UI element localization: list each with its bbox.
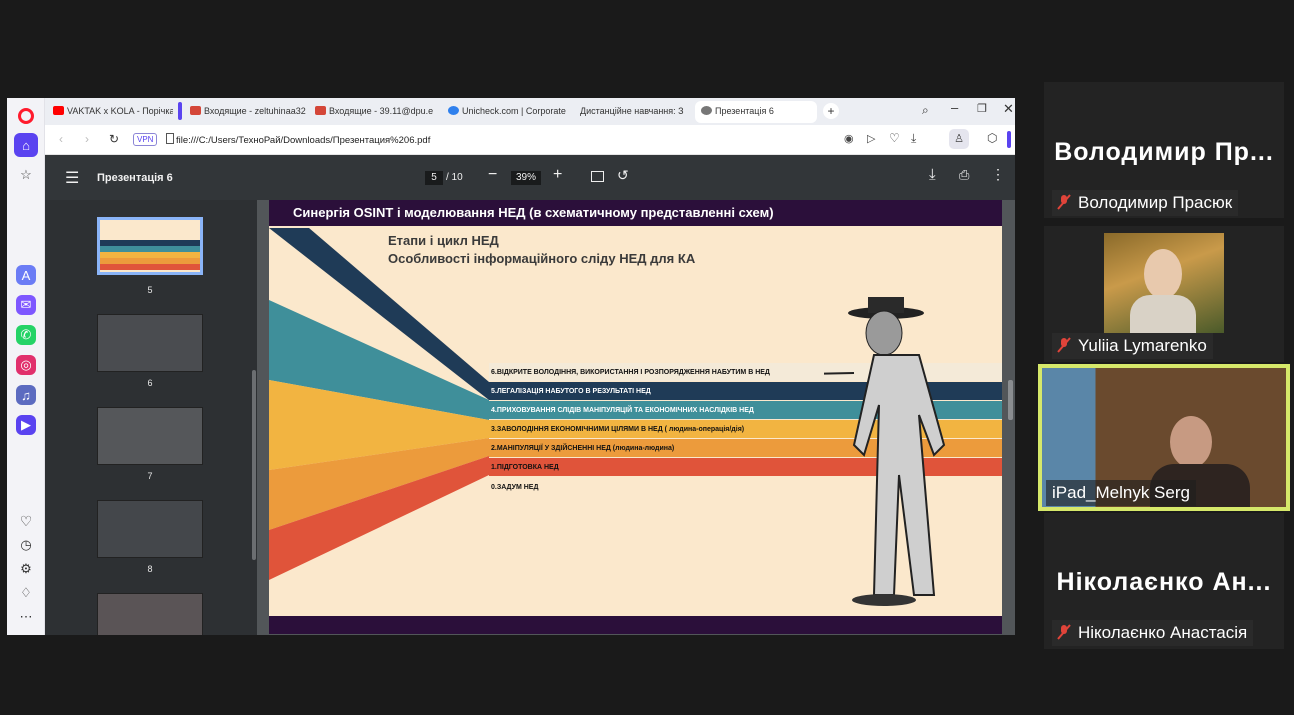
page-icon [166, 133, 174, 144]
globe-icon [701, 106, 712, 115]
tab-unicheck[interactable]: Unicheck.com | Corporate [442, 101, 566, 123]
thumbnail-page-9[interactable] [97, 593, 203, 635]
fit-page-icon[interactable] [591, 171, 604, 182]
participant-name-label: Yuliia Lymarenko [1052, 333, 1213, 359]
gmail-icon [315, 106, 326, 115]
extensions-icon[interactable]: ⬡ [987, 131, 997, 145]
active-speaker-tile[interactable]: iPad_Melnyk Serg [1038, 364, 1290, 511]
avatar-body [1130, 295, 1196, 333]
rotate-icon[interactable]: ↺ [617, 167, 629, 184]
browser-sidebar: ⌂ ☆ A ✉ ✆ ◎ ♫ ▶ ♡ ◷ ⚙ ♢ ⋯ [7, 98, 45, 635]
slide-heading-1: Етапи і цикл НЕД [388, 233, 499, 248]
thumbnail-label: 7 [147, 471, 153, 481]
zoom-level[interactable]: 39% [511, 171, 541, 185]
muted-mic-icon [1057, 624, 1071, 640]
instagram-icon[interactable]: ◎ [16, 355, 36, 375]
avatar [1144, 249, 1182, 299]
menu-icon[interactable]: ☰ [65, 168, 79, 188]
tab-youtube[interactable]: VAKTAK x KOLA - Порічка [47, 101, 173, 123]
bulb-icon[interactable]: ♢ [14, 581, 38, 605]
aria-icon[interactable]: A [16, 265, 36, 285]
thumbnail-page-8[interactable] [97, 500, 203, 558]
pdf-title: Презентація 6 [97, 172, 173, 184]
slide-heading-2: Особливості інформаційного сліду НЕД для… [388, 251, 696, 266]
youtube-icon [53, 106, 64, 115]
tab-distance-learning[interactable]: Дистанційне навчання: З [580, 101, 692, 123]
participant-video [1104, 233, 1224, 333]
page-scrollbar[interactable] [1008, 380, 1013, 420]
music-icon[interactable]: ♫ [16, 385, 36, 405]
camera-icon[interactable]: ◉ [844, 132, 854, 145]
close-icon[interactable]: ✕ [1003, 101, 1014, 117]
unicheck-icon [448, 106, 459, 115]
star-icon[interactable]: ☆ [14, 163, 38, 187]
player-icon[interactable]: ▶ [16, 415, 36, 435]
pdf-viewer: ☰ Презентація 6 5 / 10 − 39% + ↺ ⤓ ⎙ ⋮ 5… [45, 155, 1015, 635]
print-icon[interactable]: ⎙ [959, 167, 969, 183]
tab-strip: VAKTAK x KOLA - Порічка Входящие - zeltu… [45, 98, 1015, 125]
thumbnail-label: 5 [147, 285, 153, 295]
tab-island-marker [178, 102, 182, 120]
zoom-in-button[interactable]: + [553, 166, 562, 184]
home-icon[interactable]: ⌂ [14, 133, 38, 157]
send-icon[interactable]: ▷ [867, 132, 875, 145]
tab-presentation[interactable]: Презентація 6 [695, 101, 817, 123]
url-field[interactable]: file:///C:/Users/ТехноРай/Downloads/През… [176, 135, 430, 146]
gmail-icon [190, 106, 201, 115]
painter-illustration [824, 297, 946, 606]
vpn-badge[interactable]: VPN [133, 133, 158, 146]
avatar [1170, 416, 1212, 468]
slide-page: Синергія OSINT і моделювання НЕД (в схем… [269, 200, 1002, 634]
address-bar: ‹ › ↻ VPN file:///C:/Users/ТехноРай/Down… [45, 125, 1015, 155]
participant-display-name: Ніколаєнко Ан... [1056, 568, 1272, 596]
participant-tile[interactable]: Yuliia Lymarenko [1044, 226, 1284, 362]
pdf-toolbar: ☰ Презентація 6 5 / 10 − 39% + ↺ ⤓ ⎙ ⋮ [45, 155, 1015, 200]
more-icon[interactable]: ⋯ [14, 605, 38, 629]
participant-tile[interactable]: Володимир Пр... Володимир Прасюк [1044, 82, 1284, 218]
muted-mic-icon [1057, 337, 1071, 353]
participant-tile[interactable]: Ніколаєнко Ан... Ніколаєнко Анастасія [1044, 513, 1284, 649]
thumb-stripes [100, 240, 200, 270]
heart-icon[interactable]: ♡ [14, 509, 38, 533]
history-icon[interactable]: ◷ [14, 533, 38, 557]
download-icon[interactable]: ⤓ [911, 131, 916, 146]
tab-gmail-1[interactable]: Входящие - zeltuhinaa32 [184, 101, 306, 123]
page-total: / 10 [446, 172, 463, 183]
whatsapp-icon[interactable]: ✆ [16, 325, 36, 345]
messenger-icon[interactable]: ✉ [16, 295, 36, 315]
profile-icon[interactable]: ♙ [949, 129, 969, 149]
back-icon[interactable]: ‹ [59, 132, 63, 146]
new-tab-button[interactable]: + [823, 103, 839, 119]
participant-name-label: iPad_Melnyk Serg [1046, 480, 1196, 506]
thumbnail-scrollbar[interactable] [252, 370, 256, 560]
search-icon[interactable]: ⌕ [922, 103, 929, 118]
page-number-input[interactable]: 5 [425, 171, 443, 185]
minimize-icon[interactable]: – [951, 100, 958, 115]
shared-screen: ⌂ ☆ A ✉ ✆ ◎ ♫ ▶ ♡ ◷ ⚙ ♢ ⋯ VAKTAK x KOLA … [7, 98, 1015, 635]
thumbnail-page-7[interactable] [97, 407, 203, 465]
forward-icon[interactable]: › [85, 132, 89, 146]
participant-name-label: Володимир Прасюк [1052, 190, 1239, 216]
participant-name-label: Ніколаєнко Анастасія [1052, 620, 1254, 646]
thumbnail-label: 8 [147, 564, 153, 574]
muted-mic-icon [1057, 194, 1071, 210]
sidebar-toggle[interactable] [1007, 131, 1011, 148]
thumbnail-label: 6 [147, 378, 153, 388]
slide-footer-band [269, 616, 1002, 634]
thumbnail-page-5[interactable] [97, 217, 203, 275]
reload-icon[interactable]: ↻ [109, 132, 119, 146]
more-options-icon[interactable]: ⋮ [991, 166, 1005, 183]
bookmark-heart-icon[interactable]: ♡ [889, 131, 900, 145]
thumbnail-panel: 5 6 7 8 [45, 200, 257, 635]
settings-icon[interactable]: ⚙ [14, 557, 38, 581]
opera-logo[interactable] [18, 108, 34, 124]
participant-display-name: Володимир Пр... [1054, 138, 1274, 166]
zoom-out-button[interactable]: − [488, 166, 497, 184]
restore-icon[interactable]: ❐ [977, 102, 987, 115]
pdf-download-icon[interactable]: ⤓ [929, 166, 936, 183]
thumbnail-page-6[interactable] [97, 314, 203, 372]
tab-gmail-2[interactable]: Входящие - 39.11@dpu.e [309, 101, 437, 123]
